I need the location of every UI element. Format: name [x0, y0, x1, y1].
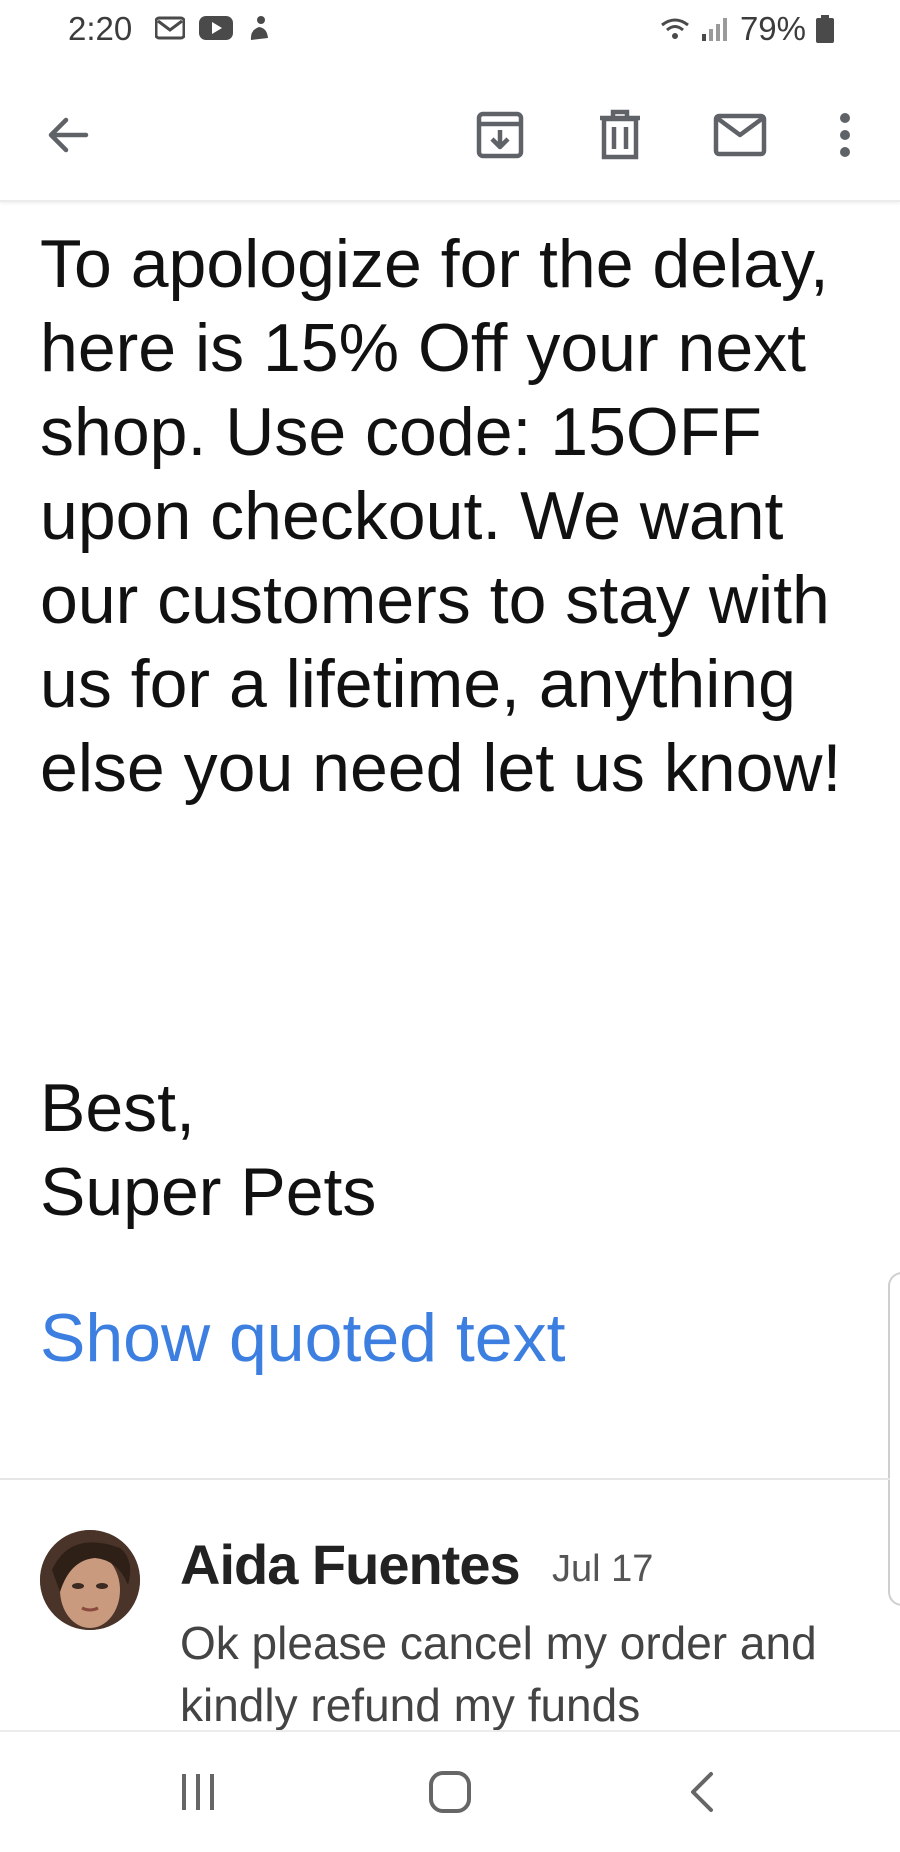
archive-button[interactable] [465, 100, 535, 170]
battery-percent: 79% [739, 10, 806, 47]
email-signoff: Best, Super Pets [40, 1066, 376, 1234]
sender-name[interactable]: Aida Fuentes [180, 1532, 521, 1597]
back-arrow-icon [48, 117, 89, 153]
status-notification-icons [155, 14, 271, 42]
email-body-text: To apologize for the delay, here is 15% … [40, 226, 842, 806]
notification-icon [250, 16, 268, 40]
youtube-icon [199, 16, 233, 40]
gmail-icon [155, 16, 185, 40]
home-icon [429, 1771, 471, 1813]
delete-icon [600, 109, 640, 160]
message-snippet[interactable]: Ok please cancel my order and kindly ref… [180, 1612, 880, 1736]
message-divider [0, 1478, 890, 1480]
status-time: 2:20 [68, 10, 133, 47]
signoff-sender: Super Pets [40, 1154, 377, 1230]
status-system-icons: 79% [660, 10, 834, 48]
archive-icon [476, 111, 524, 159]
show-quoted-text-link[interactable]: Show quoted text [40, 1296, 565, 1380]
wifi-icon [661, 18, 689, 39]
signal-icon [701, 18, 727, 41]
email-toolbar [0, 70, 900, 202]
mark-unread-button[interactable] [705, 100, 775, 170]
mark-unread-icon [713, 113, 767, 157]
status-bar: 2:20 79% [0, 0, 900, 60]
avatar[interactable] [40, 1530, 140, 1630]
signoff-greeting: Best, [40, 1070, 195, 1146]
back-button[interactable] [33, 100, 103, 170]
more-vert-icon [840, 113, 850, 157]
recents-button[interactable] [158, 1764, 238, 1820]
message-date: Jul 17 [552, 1548, 654, 1590]
home-button[interactable] [410, 1764, 490, 1820]
battery-icon [816, 15, 834, 43]
delete-button[interactable] [585, 100, 655, 170]
scrollbar-handle[interactable] [888, 1272, 900, 1606]
chevron-left-icon [691, 1772, 713, 1812]
system-navigation-bar [0, 1730, 900, 1852]
back-nav-button[interactable] [662, 1764, 742, 1820]
more-options-button[interactable] [810, 100, 880, 170]
recents-icon [182, 1774, 214, 1810]
avatar-image [40, 1530, 140, 1630]
